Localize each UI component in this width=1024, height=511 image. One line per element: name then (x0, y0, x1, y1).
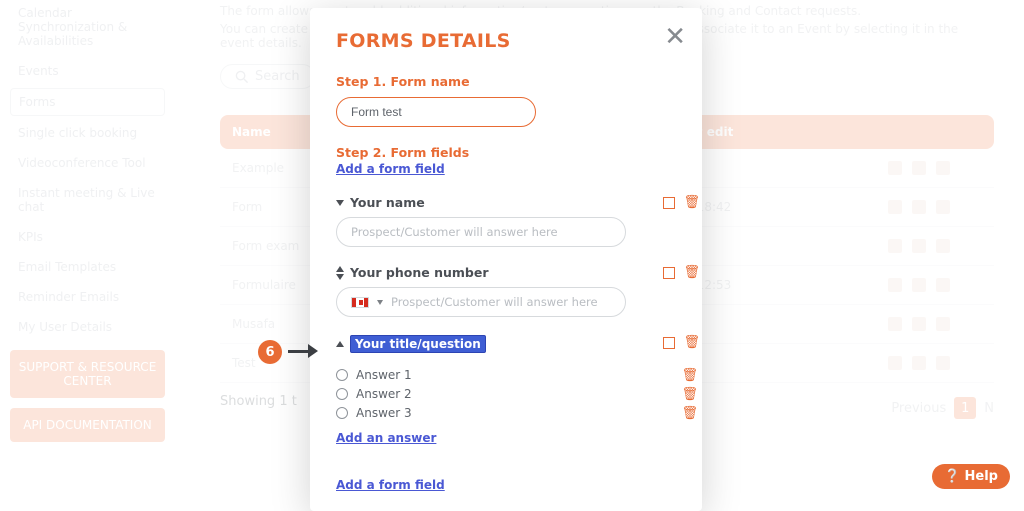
move-up-icon[interactable] (336, 266, 344, 272)
question-title-input[interactable]: Your title/question (350, 335, 486, 353)
form-name-input[interactable] (336, 97, 536, 127)
chevron-down-icon[interactable] (377, 300, 383, 305)
field-your-name: Your name Prospect/Customer will answer … (336, 195, 676, 247)
answer-label: Answer 3 (356, 406, 412, 420)
help-label: Help (965, 469, 998, 484)
required-checkbox[interactable] (663, 337, 675, 349)
add-form-field-link[interactable]: Add a form field (336, 162, 445, 176)
tutorial-arrow-icon (288, 344, 318, 358)
flag-ca-icon[interactable] (351, 297, 369, 308)
trash-icon[interactable]: 🗑 (683, 335, 700, 350)
help-button[interactable]: ❔ Help (932, 464, 1010, 489)
trash-icon[interactable]: 🗑 (683, 195, 700, 210)
placeholder-text: Prospect/Customer will answer here (351, 225, 558, 239)
add-answer-link[interactable]: Add an answer (336, 431, 436, 445)
step1-label: Step 1. Form name (336, 74, 676, 89)
field-your-phone: Your phone number Prospect/Customer will… (336, 265, 676, 317)
move-down-icon[interactable] (336, 274, 344, 280)
answer-option[interactable]: Answer 1 🗑 (336, 368, 676, 382)
move-down-icon[interactable] (336, 200, 344, 206)
name-answer-input[interactable]: Prospect/Customer will answer here (336, 217, 626, 247)
tutorial-step-badge: 6 (258, 340, 282, 364)
answer-option[interactable]: Answer 3 🗑 (336, 406, 676, 420)
required-checkbox[interactable] (663, 267, 675, 279)
required-checkbox[interactable] (663, 197, 675, 209)
help-icon: ❔ (944, 469, 960, 484)
placeholder-text: Prospect/Customer will answer here (391, 295, 598, 309)
trash-icon[interactable]: 🗑 (681, 368, 698, 383)
radio-icon (336, 388, 348, 400)
radio-icon (336, 369, 348, 381)
field-label: Your name (350, 195, 425, 210)
modal-title: FORMS DETAILS (336, 30, 676, 52)
answer-label: Answer 1 (356, 368, 412, 382)
trash-icon[interactable]: 🗑 (681, 387, 698, 402)
trash-icon[interactable]: 🗑 (681, 406, 698, 421)
step2-label: Step 2. Form fields (336, 145, 676, 160)
answer-label: Answer 2 (356, 387, 412, 401)
phone-answer-input[interactable]: Prospect/Customer will answer here (336, 287, 626, 317)
radio-icon (336, 407, 348, 419)
answer-option[interactable]: Answer 2 🗑 (336, 387, 676, 401)
forms-details-modal: ✕ FORMS DETAILS Step 1. Form name Step 2… (310, 8, 702, 511)
field-question: Your title/question 🗑 Answer 1 🗑 Answer … (336, 335, 676, 446)
add-form-field-link-bottom[interactable]: Add a form field (336, 478, 445, 492)
close-icon[interactable]: ✕ (664, 24, 686, 50)
trash-icon[interactable]: 🗑 (683, 265, 700, 280)
move-up-icon[interactable] (336, 341, 344, 347)
field-label: Your phone number (350, 265, 488, 280)
